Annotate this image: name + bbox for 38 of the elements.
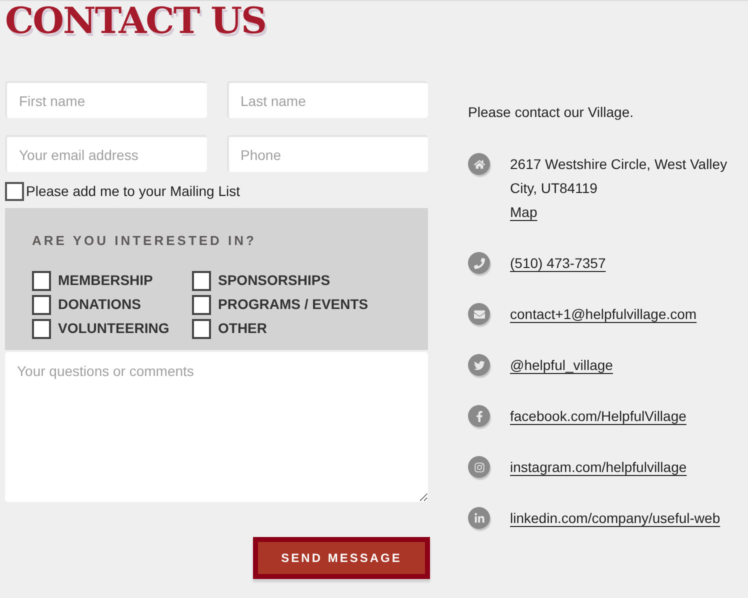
contact-link[interactable]: Map <box>510 200 538 224</box>
panel-heading: ARE YOU INTERESTED IN? <box>32 232 257 250</box>
contact-link[interactable]: (510) 473-7357 <box>510 251 606 275</box>
checkbox[interactable] <box>5 182 24 200</box>
checkbox-label: MEMBERSHIP <box>58 271 153 290</box>
contact-link[interactable]: contact+1@helpfulvillage.com <box>510 302 697 326</box>
checkbox[interactable] <box>192 318 211 338</box>
comments-field[interactable]: Your questions or comments <box>5 352 428 502</box>
checkbox-label: OTHER <box>218 319 267 338</box>
checkbox[interactable] <box>32 270 51 290</box>
in-letter-icon <box>468 507 490 529</box>
checkbox-label: Please add me to your Mailing List <box>26 182 240 201</box>
input-field[interactable]: Phone <box>226 135 428 172</box>
checkbox-label: SPONSORSHIPS <box>218 271 330 290</box>
checkbox[interactable] <box>192 294 211 314</box>
input-field[interactable]: Last name <box>226 81 428 118</box>
checkbox-label: PROGRAMS / EVENTS <box>218 295 368 314</box>
camera-icon <box>468 456 490 478</box>
input-field[interactable]: Your email address <box>5 135 206 172</box>
input-field[interactable]: First name <box>5 81 206 118</box>
house-icon <box>468 153 490 175</box>
checkbox[interactable] <box>192 270 211 290</box>
contact-link[interactable]: facebook.com/HelpfulVillage <box>510 404 686 428</box>
checkbox[interactable] <box>32 318 51 338</box>
checkbox-label: VOLUNTEERING <box>58 319 170 338</box>
intro-text: Please contact our Village. <box>468 103 634 122</box>
address-text: 2617 Westshire Circle, West Valley City, UT84119 <box>510 155 728 198</box>
f-letter-icon <box>468 405 490 427</box>
contact-link[interactable]: instagram.com/helpfulvillage <box>510 455 687 479</box>
contact-link[interactable]: linkedin.com/company/useful-web <box>510 506 720 530</box>
bird-icon <box>468 354 490 376</box>
checkbox[interactable] <box>32 294 51 314</box>
contact-link[interactable]: @helpful_village <box>510 353 613 377</box>
page-title: CONTACT US <box>5 1 266 41</box>
envelope-icon <box>468 303 490 325</box>
checkbox-label: DONATIONS <box>58 295 141 314</box>
phone-icon <box>468 252 490 274</box>
send-message-button[interactable]: SEND MESSAGE <box>253 537 430 579</box>
